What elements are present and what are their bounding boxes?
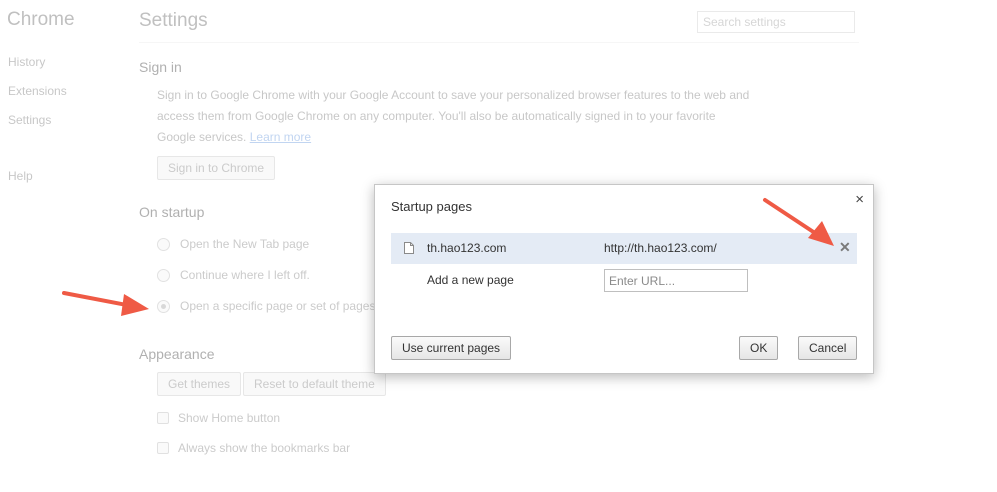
remove-page-icon[interactable]: ✕	[839, 239, 851, 256]
add-new-page-label: Add a new page	[427, 273, 514, 287]
ok-button[interactable]: OK	[739, 336, 779, 360]
startup-page-row[interactable]: th.hao123.com http://th.hao123.com/ ✕	[391, 233, 857, 264]
close-icon[interactable]: ×	[855, 191, 864, 208]
startup-page-name: th.hao123.com	[427, 241, 507, 255]
dialog-title: Startup pages	[391, 199, 472, 214]
startup-page-url: http://th.hao123.com/	[604, 241, 717, 255]
page-icon	[404, 242, 414, 254]
startup-pages-dialog: Startup pages × th.hao123.com http://th.…	[374, 184, 874, 374]
new-page-url-input[interactable]	[604, 269, 748, 292]
cancel-button[interactable]: Cancel	[798, 336, 858, 360]
use-current-pages-button[interactable]: Use current pages	[391, 336, 512, 360]
